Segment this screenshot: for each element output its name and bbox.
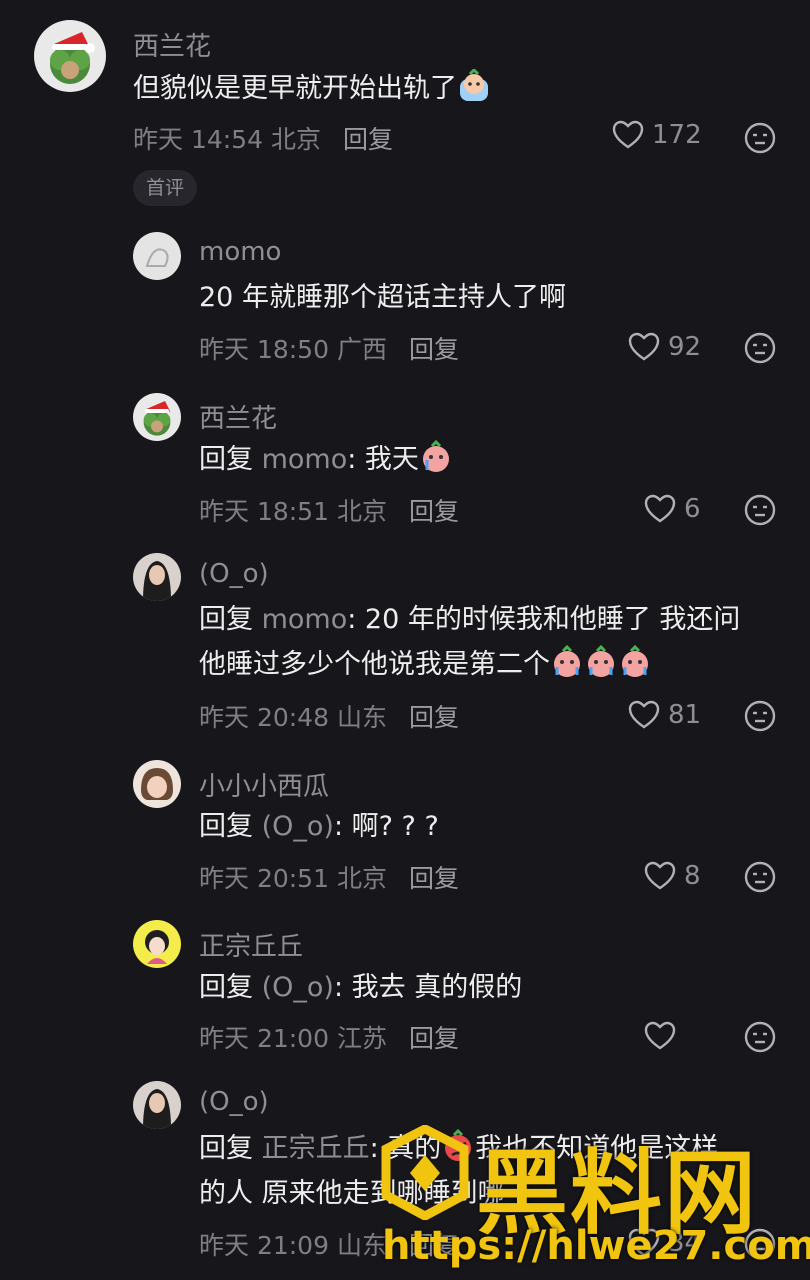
like-count: 172	[652, 120, 702, 150]
heart-icon	[612, 120, 644, 149]
commenter-name[interactable]: 正宗丘丘	[199, 926, 303, 963]
crying-emoji-icon	[460, 69, 488, 101]
timestamp: 昨天 18:50 广西	[199, 335, 387, 364]
comment-meta: 昨天 20:51 北京 回复	[199, 859, 459, 895]
comment-text: 回复 momo: 我天	[199, 438, 453, 482]
comment-body-continued: 他睡过多少个他说我是第二个	[199, 649, 550, 680]
dislike-face-icon[interactable]	[744, 1021, 776, 1053]
comment-text: 20 年就睡那个超话主持人了啊	[199, 276, 566, 320]
comment-body: : 我去 真的假的	[333, 972, 523, 1003]
timestamp: 昨天 20:48 山东	[199, 703, 387, 732]
timestamp: 昨天 21:00 江苏	[199, 1024, 387, 1053]
reply-prefix: 回复	[199, 972, 253, 1003]
like-button[interactable]	[644, 1021, 684, 1051]
dislike-face-icon[interactable]	[744, 122, 776, 154]
like-count: 8	[684, 861, 701, 891]
reply-prefix: 回复	[199, 1133, 253, 1164]
like-count: 92	[668, 332, 702, 362]
crying-emoji-icon	[588, 645, 614, 677]
commenter-name[interactable]: 小小小西瓜	[199, 766, 329, 803]
reply-button[interactable]: 回复	[409, 497, 459, 526]
dislike-face-icon[interactable]	[744, 700, 776, 732]
like-button[interactable]: 81	[628, 700, 701, 730]
watermark: 黑料网 https://hlwe27.com	[380, 1125, 810, 1275]
reply-prefix: 回复	[199, 444, 253, 475]
comment-meta: 昨天 18:50 广西 回复	[199, 330, 459, 366]
reply-button[interactable]: 回复	[409, 335, 459, 364]
timestamp: 昨天 20:51 北京	[199, 864, 387, 893]
reply-prefix: 回复	[199, 604, 253, 635]
crying-emoji-icon	[554, 645, 580, 677]
crying-emoji-icon	[422, 440, 449, 472]
reply-target-name[interactable]: 正宗丘丘	[262, 1133, 370, 1164]
commenter-name[interactable]: 西兰花	[199, 398, 277, 435]
heart-icon	[644, 494, 676, 523]
watermark-logo-icon	[381, 1125, 469, 1220]
reply-button[interactable]: 回复	[343, 125, 393, 154]
commenter-name[interactable]: momo	[199, 237, 281, 267]
heart-icon	[628, 700, 660, 729]
reply-target-name[interactable]: momo	[262, 444, 348, 475]
comment-text: 回复 (O_o): 啊? ? ?	[199, 805, 439, 849]
watermark-url: https://hlwe27.com	[382, 1223, 810, 1269]
first-comment-badge: 首评	[133, 170, 197, 206]
comment-text: 回复 momo: 20 年的时候我和他睡了 我还问	[199, 598, 740, 642]
avatar[interactable]	[133, 1081, 181, 1129]
timestamp: 昨天 14:54 北京	[133, 125, 321, 154]
comment-body: 但貌似是更早就开始出轨了	[133, 73, 457, 104]
avatar[interactable]	[133, 393, 181, 441]
comment-text: 但貌似是更早就开始出轨了	[133, 67, 491, 111]
avatar[interactable]	[133, 760, 181, 808]
crying-emoji-icon	[622, 645, 648, 677]
timestamp: 昨天 18:51 北京	[199, 497, 387, 526]
dislike-face-icon[interactable]	[744, 332, 776, 364]
like-count: 81	[668, 700, 702, 730]
like-button[interactable]: 92	[628, 332, 701, 362]
reply-button[interactable]: 回复	[409, 1024, 459, 1053]
reply-target-name[interactable]: momo	[262, 604, 348, 635]
avatar[interactable]	[133, 232, 181, 280]
reply-target-name[interactable]: (O_o)	[262, 972, 334, 1003]
like-count: 6	[684, 494, 701, 524]
reply-button[interactable]: 回复	[409, 703, 459, 732]
comment-text-line2: 他睡过多少个他说我是第二个	[199, 643, 652, 687]
comment-body: 20 年就睡那个超话主持人了啊	[199, 282, 566, 313]
comment-body: : 啊? ? ?	[333, 811, 439, 842]
heart-icon	[644, 861, 676, 890]
dislike-face-icon[interactable]	[744, 861, 776, 893]
timestamp: 昨天 21:09 山东	[199, 1231, 387, 1260]
dislike-face-icon[interactable]	[744, 494, 776, 526]
reply-button[interactable]: 回复	[409, 864, 459, 893]
avatar[interactable]	[133, 920, 181, 968]
commenter-name[interactable]: (O_o)	[199, 559, 269, 589]
avatar[interactable]	[34, 20, 106, 92]
comment-body: : 我天	[347, 444, 419, 475]
comment-meta: 昨天 18:51 北京 回复	[199, 492, 459, 528]
avatar[interactable]	[133, 553, 181, 601]
like-button[interactable]: 8	[644, 861, 701, 891]
heart-icon	[644, 1021, 676, 1050]
like-button[interactable]: 172	[612, 120, 702, 150]
comment-meta: 昨天 20:48 山东 回复	[199, 698, 459, 734]
like-button[interactable]: 6	[644, 494, 701, 524]
comment-meta: 昨天 14:54 北京 回复	[133, 120, 393, 156]
heart-icon	[628, 332, 660, 361]
commenter-name[interactable]: (O_o)	[199, 1087, 269, 1117]
reply-target-name[interactable]: (O_o)	[262, 811, 334, 842]
comment-text: 回复 (O_o): 我去 真的假的	[199, 966, 522, 1010]
comment-body: : 20 年的时候我和他睡了 我还问	[347, 604, 741, 635]
commenter-name[interactable]: 西兰花	[133, 26, 211, 63]
reply-prefix: 回复	[199, 811, 253, 842]
comment-meta: 昨天 21:00 江苏 回复	[199, 1019, 459, 1055]
